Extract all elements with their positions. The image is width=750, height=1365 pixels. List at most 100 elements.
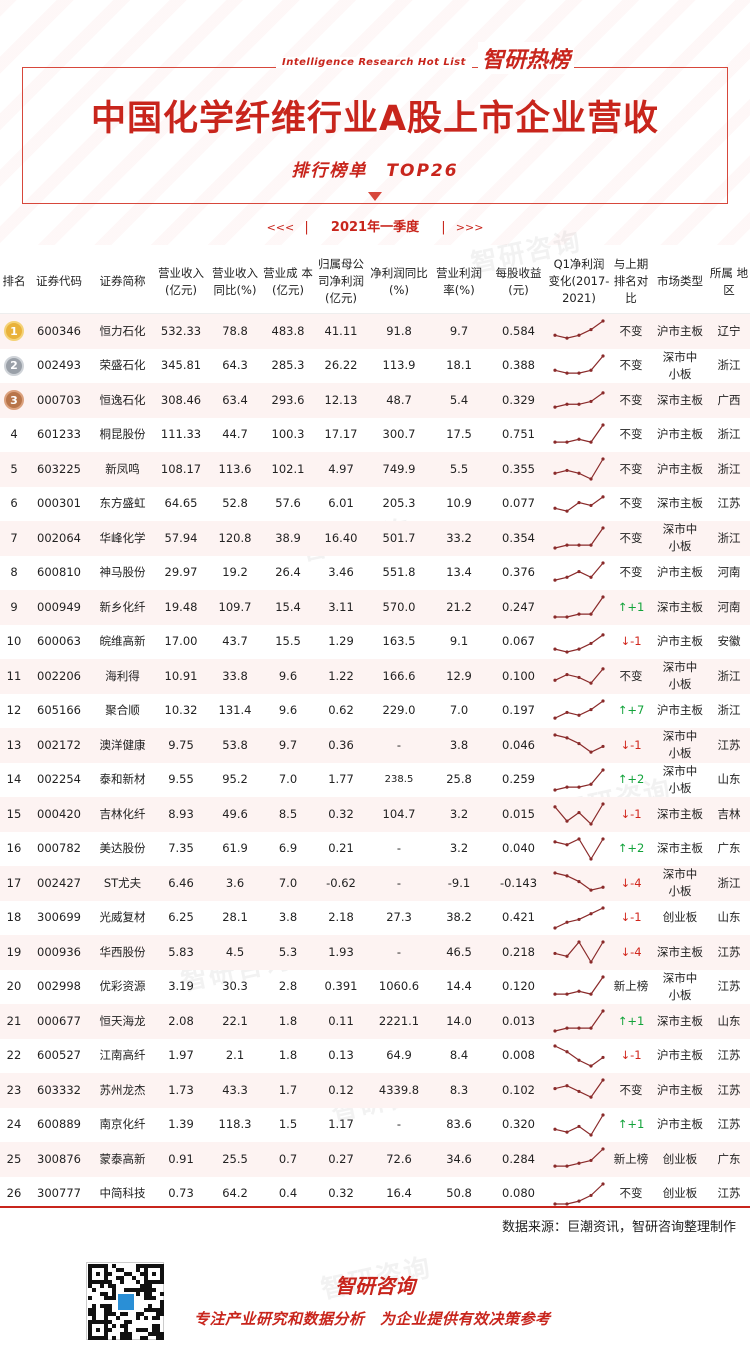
- sparkline-point: [601, 940, 605, 944]
- cell-code: 000949: [37, 599, 81, 614]
- col-header-eps: 每股收益 (元): [495, 265, 542, 297]
- sparkline-chart: [553, 768, 605, 792]
- table-row: 3 000703 恒逸石化 308.46 63.4 293.6 12.13 48.7 5.4 0.…: [0, 383, 750, 418]
- sparkline-point: [601, 391, 605, 395]
- sparkline-point: [589, 911, 593, 916]
- cell-rev-yoy: 120.8: [218, 530, 252, 545]
- cell-rev: 345.81: [160, 358, 202, 373]
- sparkline-chart: [553, 319, 605, 340]
- col-header-rank-change: 与上期 排名对 比: [613, 257, 649, 305]
- medal-bronze-icon: 3: [4, 390, 24, 411]
- cell-code: 002427: [37, 875, 81, 890]
- cell-cost: 26.4: [275, 565, 301, 580]
- cell-cost: 15.5: [275, 634, 301, 649]
- cell-rev-yoy: 22.1: [222, 1013, 248, 1028]
- qr-module: [104, 1332, 108, 1336]
- sparkline-point: [577, 1058, 581, 1062]
- qr-module: [88, 1264, 92, 1268]
- sparkline-chart: [553, 906, 605, 930]
- cell-market: 深市中小板: [662, 763, 698, 795]
- trend-sparkline: [548, 590, 610, 625]
- qr-module: [88, 1336, 92, 1340]
- cell-np: 41.11: [324, 323, 358, 338]
- qr-module: [92, 1312, 96, 1316]
- data-source: 数据来源：巨潮资讯，智研咨询整理制作: [501, 1220, 736, 1235]
- cell-rev-yoy: 43.3: [222, 1082, 248, 1097]
- cell-cost: 7.0: [278, 772, 298, 787]
- cell-rank: 20: [6, 979, 22, 994]
- sparkline-point: [589, 1159, 593, 1163]
- cell-code: 002064: [37, 530, 81, 545]
- cell-rev: 3.19: [168, 979, 194, 994]
- sparkline-point: [565, 954, 569, 959]
- qr-module: [140, 1336, 144, 1340]
- cell-change: ↑+2: [617, 772, 645, 787]
- cell-rev: 1.73: [168, 1082, 194, 1097]
- sparkline-point: [553, 471, 557, 476]
- cell-code: 300876: [37, 1151, 81, 1166]
- qr-module: [100, 1264, 104, 1268]
- cell-np-yoy: -: [396, 841, 402, 856]
- qr-module: [88, 1320, 92, 1324]
- qr-module: [124, 1328, 128, 1332]
- cell-change: ↓-1: [620, 910, 642, 925]
- cell-market: 沪市主板: [657, 1048, 703, 1063]
- cell-cost: 1.5: [278, 1117, 298, 1132]
- cell-rev-yoy: 2.1: [225, 1048, 245, 1063]
- cell-eps: 0.015: [502, 806, 535, 821]
- sparkline-point: [589, 1026, 593, 1030]
- cell-market: 创业板: [662, 1151, 698, 1166]
- rank-medal-icon: 3: [0, 383, 28, 418]
- sparkline-point: [601, 1055, 605, 1059]
- sparkline-point: [589, 707, 593, 711]
- sparkline-point: [553, 788, 557, 792]
- qr-module: [156, 1264, 160, 1268]
- table-row: 8 600810 神马股份 29.97 19.2 26.4 3.46 551.8 13.4 0.3…: [0, 556, 750, 591]
- cell-np: 1.93: [328, 944, 354, 959]
- cell-name: 美达股份: [99, 841, 146, 856]
- sparkline-point: [577, 940, 581, 944]
- cell-rev-yoy: 118.3: [218, 1117, 252, 1132]
- sparkline-chart: [553, 1009, 605, 1033]
- qr-module: [92, 1264, 96, 1268]
- cell-cost: 38.9: [275, 530, 301, 545]
- cell-np: 0.13: [328, 1048, 354, 1063]
- sparkline-point: [553, 333, 557, 338]
- sparkline-point: [601, 1009, 605, 1013]
- sparkline-chart: [553, 561, 605, 582]
- cell-rank: 14: [6, 772, 22, 787]
- cell-change: 新上榜: [613, 1151, 649, 1166]
- qr-module: [120, 1332, 124, 1336]
- cell-eps: 0.751: [502, 427, 535, 442]
- trend-sparkline: [548, 1039, 610, 1074]
- cell-rev-yoy: 28.1: [222, 910, 248, 925]
- cell-code: 600889: [37, 1117, 81, 1132]
- sparkline-chart: [553, 457, 605, 481]
- sparkline-point: [565, 710, 569, 714]
- sparkline-point: [601, 595, 605, 599]
- cell-cost: 15.4: [275, 599, 301, 614]
- sparkline-point: [553, 733, 557, 737]
- cell-name: 泰和新材: [99, 772, 146, 787]
- cell-eps: 0.329: [502, 392, 535, 407]
- sparkline-point: [601, 667, 605, 671]
- cell-code: 002254: [37, 772, 81, 787]
- qr-module: [104, 1312, 108, 1316]
- qr-module: [160, 1300, 164, 1304]
- cell-rank: 18: [6, 910, 22, 925]
- sparkline-point: [589, 1193, 593, 1197]
- table-row: 17 002427 ST尤夫 6.46 3.6 7.0 -0.62 - -9.1 -0.143 ↓-…: [0, 866, 750, 901]
- cell-code: 000677: [37, 1013, 81, 1028]
- sparkline-point: [601, 837, 605, 841]
- cell-name: 神马股份: [99, 565, 146, 580]
- cell-eps: 0.067: [502, 634, 535, 649]
- sparkline-point: [565, 469, 569, 473]
- sparkline-point: [565, 920, 569, 924]
- qr-module: [152, 1328, 156, 1332]
- cell-change: ↑+1: [617, 599, 645, 614]
- trend-sparkline: [548, 866, 610, 901]
- sparkline-point: [565, 1164, 569, 1168]
- cell-market: 沪市主板: [657, 565, 703, 580]
- cell-rev-yoy: 4.5: [225, 944, 245, 959]
- cell-np: 26.22: [324, 358, 358, 373]
